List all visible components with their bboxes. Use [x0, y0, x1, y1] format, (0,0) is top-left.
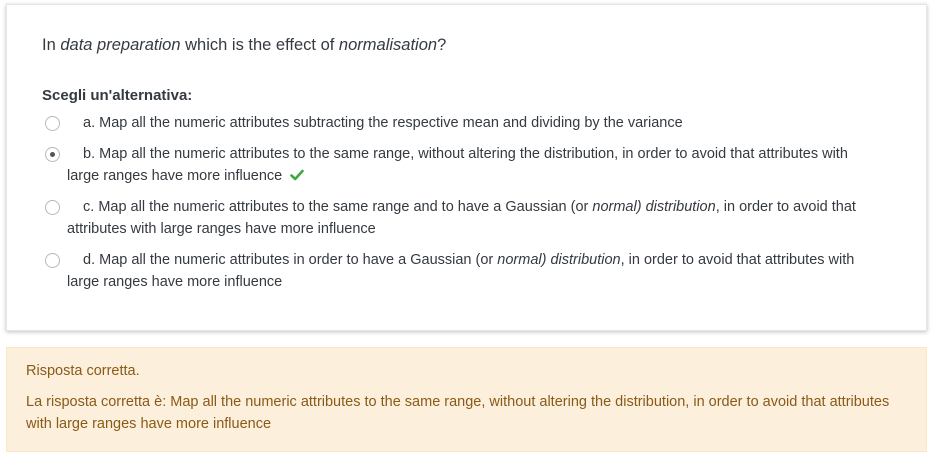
radio-option-a[interactable] [45, 116, 60, 131]
question-emphasis-normalisation: normalisation [338, 36, 438, 54]
question-card: In data preparation which is the effect … [6, 4, 927, 331]
option-c[interactable]: c. Map all the numeric attributes to the… [67, 196, 877, 240]
option-text: Map all the numeric attributes to the sa… [67, 146, 848, 184]
option-letter: a. [83, 115, 96, 131]
answer-prompt: Scegli un'alternativa: [42, 87, 193, 104]
option-b[interactable]: b. Map all the numeric attributes to the… [67, 143, 877, 187]
check-icon [290, 169, 305, 181]
option-text: Map all the numeric attributes subtracti… [99, 115, 683, 131]
option-letter: b. [83, 146, 96, 162]
feedback-status: Risposta corretta. [26, 363, 140, 379]
radio-option-d[interactable] [45, 253, 60, 268]
question-text: In data preparation which is the effect … [42, 36, 446, 55]
feedback-panel: Risposta corretta. La risposta corretta … [6, 347, 927, 452]
radio-option-c[interactable] [45, 200, 60, 215]
option-text: Map all the numeric attributes in order … [99, 252, 498, 268]
correct-answer-text: La risposta corretta è: Map all the nume… [26, 394, 890, 432]
option-d[interactable]: d. Map all the numeric attributes in ord… [67, 249, 877, 293]
question-text-part: In [42, 36, 61, 54]
option-letter: c. [83, 199, 95, 215]
question-emphasis-data-preparation: data preparation [60, 36, 181, 54]
question-text-part: which is the effect of [180, 36, 339, 54]
radio-option-b[interactable] [45, 147, 60, 162]
option-text: Map all the numeric attributes to the sa… [98, 199, 593, 215]
question-text-part: ? [437, 36, 447, 54]
option-text-emphasis: normal) distribution [592, 199, 716, 215]
option-a[interactable]: a. Map all the numeric attributes subtra… [67, 112, 877, 134]
option-text-emphasis: normal) distribution [497, 252, 621, 268]
option-letter: d. [83, 252, 96, 268]
